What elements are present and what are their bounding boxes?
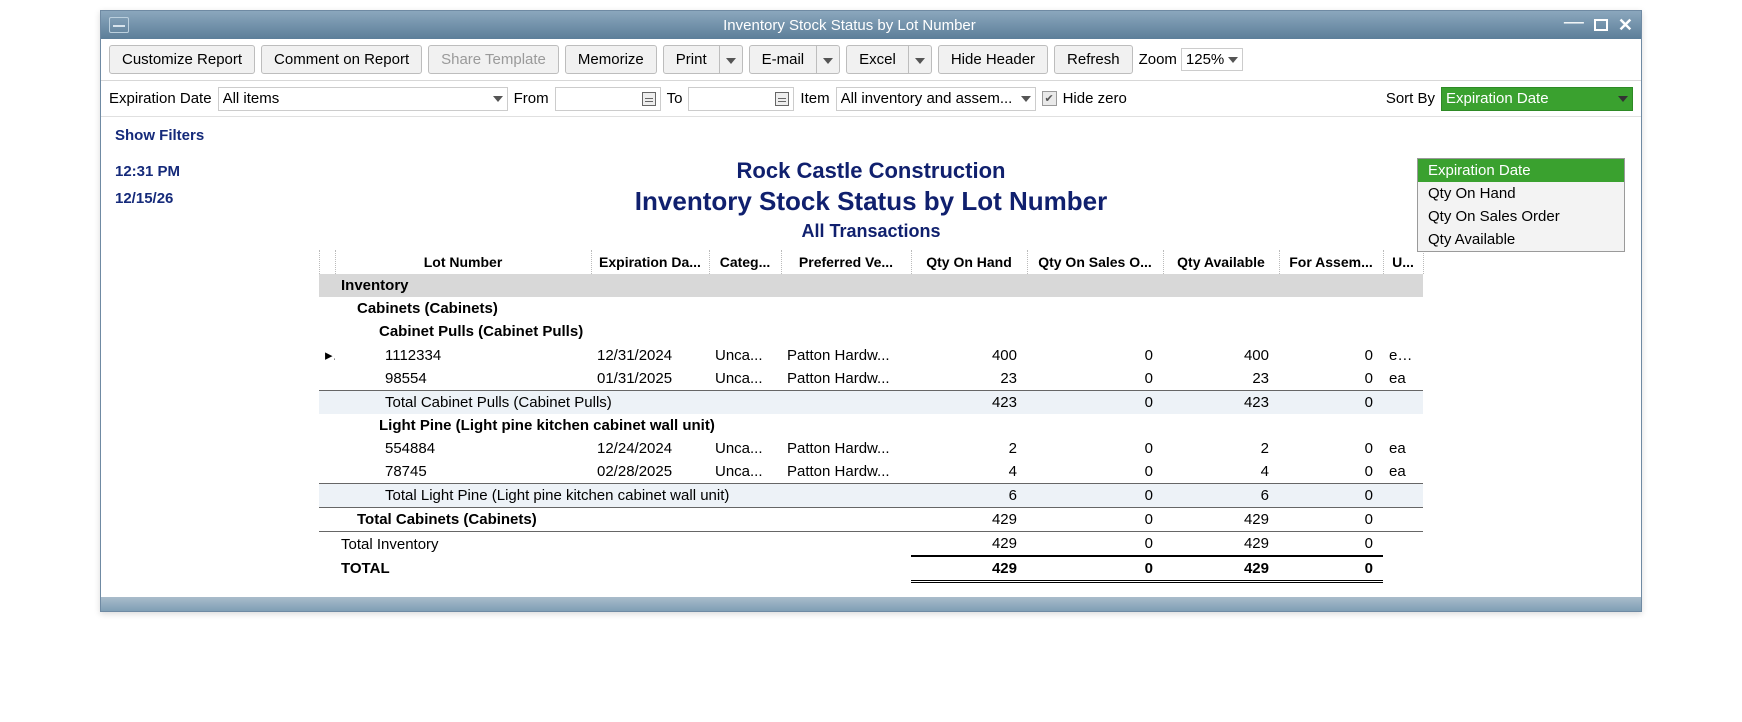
chevron-down-icon bbox=[1228, 57, 1238, 63]
table-row[interactable]: Total Cabinet Pulls (Cabinet Pulls)42304… bbox=[319, 391, 1423, 415]
refresh-button[interactable]: Refresh bbox=[1054, 45, 1133, 74]
sortby-dropdown-list[interactable]: Expiration Date Qty On Hand Qty On Sales… bbox=[1417, 158, 1625, 252]
col-onsales[interactable]: Qty On Sales O... bbox=[1027, 250, 1163, 274]
print-button[interactable]: Print bbox=[663, 45, 720, 74]
close-icon[interactable]: ✕ bbox=[1618, 15, 1633, 36]
sort-option[interactable]: Qty On Hand bbox=[1418, 182, 1624, 205]
zoom-value: 125% bbox=[1186, 51, 1224, 68]
col-vendor[interactable]: Preferred Ve... bbox=[781, 250, 911, 274]
chevron-down-icon bbox=[493, 96, 503, 102]
customize-report-button[interactable]: Customize Report bbox=[109, 45, 255, 74]
sort-option[interactable]: Qty On Sales Order bbox=[1418, 205, 1624, 228]
calendar-icon[interactable] bbox=[642, 92, 656, 106]
chevron-down-icon bbox=[1021, 96, 1031, 102]
item-label: Item bbox=[800, 90, 829, 107]
table-row[interactable]: Total Cabinets (Cabinets)42904290 bbox=[319, 508, 1423, 532]
col-onhand[interactable]: Qty On Hand bbox=[911, 250, 1027, 274]
sort-option[interactable]: Expiration Date bbox=[1418, 159, 1624, 182]
sortby-select[interactable]: Expiration Date bbox=[1441, 87, 1633, 111]
maximize-icon[interactable] bbox=[1594, 19, 1608, 31]
report-area: Expiration Date Qty On Hand Qty On Sales… bbox=[101, 158, 1641, 597]
hide-header-button[interactable]: Hide Header bbox=[938, 45, 1048, 74]
report-title: Inventory Stock Status by Lot Number bbox=[115, 186, 1627, 217]
report-meta: 12:31 PM 12/15/26 bbox=[115, 158, 180, 212]
titlebar: Inventory Stock Status by Lot Number — ✕ bbox=[101, 11, 1641, 39]
toolbar: Customize Report Comment on Report Share… bbox=[101, 39, 1641, 81]
report-time: 12:31 PM bbox=[115, 158, 180, 185]
to-label: To bbox=[667, 90, 683, 107]
sort-option[interactable]: Qty Available bbox=[1418, 228, 1624, 251]
excel-button[interactable]: Excel bbox=[846, 45, 909, 74]
table-row[interactable]: Light Pine (Light pine kitchen cabinet w… bbox=[319, 414, 1423, 437]
report-header: Rock Castle Construction Inventory Stock… bbox=[115, 158, 1627, 242]
minimize-icon[interactable]: — bbox=[1564, 19, 1584, 25]
col-uom[interactable]: U... bbox=[1383, 250, 1423, 274]
table-row[interactable]: ▸111233412/31/2024Unca...Patton Hardw...… bbox=[319, 343, 1423, 367]
zoom-control: Zoom 125% bbox=[1139, 48, 1244, 71]
chevron-down-icon bbox=[1618, 96, 1628, 102]
filter-bar: Expiration Date All items From To Item A… bbox=[101, 81, 1641, 117]
report-subtitle: All Transactions bbox=[115, 221, 1627, 242]
system-menu-icon[interactable] bbox=[109, 17, 129, 33]
table-row[interactable]: Cabinet Pulls (Cabinet Pulls) bbox=[319, 320, 1423, 343]
expiration-date-select[interactable]: All items bbox=[218, 87, 508, 111]
item-value: All inventory and assem... bbox=[841, 90, 1017, 107]
excel-split-button[interactable]: Excel bbox=[846, 45, 932, 74]
table-row[interactable]: Total Inventory42904290 bbox=[319, 532, 1423, 557]
memorize-button[interactable]: Memorize bbox=[565, 45, 657, 74]
from-date-input[interactable] bbox=[555, 87, 661, 111]
zoom-label: Zoom bbox=[1139, 51, 1177, 68]
report-grid: Lot Number Expiration Da... Categ... Pre… bbox=[319, 250, 1424, 583]
hide-zero-checkbox[interactable]: ✔ bbox=[1042, 91, 1057, 106]
email-button[interactable]: E-mail bbox=[749, 45, 818, 74]
show-filters-link[interactable]: Show Filters bbox=[101, 117, 1641, 154]
email-dropdown-icon[interactable] bbox=[817, 45, 840, 74]
table-row[interactable]: Inventory bbox=[319, 274, 1423, 297]
column-header-row: Lot Number Expiration Da... Categ... Pre… bbox=[319, 250, 1423, 274]
sortby-label: Sort By bbox=[1386, 90, 1435, 107]
col-category[interactable]: Categ... bbox=[709, 250, 781, 274]
table-row[interactable]: 7874502/28/2025Unca...Patton Hardw...404… bbox=[319, 460, 1423, 484]
from-label: From bbox=[514, 90, 549, 107]
print-split-button[interactable]: Print bbox=[663, 45, 743, 74]
item-select[interactable]: All inventory and assem... bbox=[836, 87, 1036, 111]
col-lot-number[interactable]: Lot Number bbox=[335, 250, 591, 274]
excel-dropdown-icon[interactable] bbox=[909, 45, 932, 74]
to-date-input[interactable] bbox=[688, 87, 794, 111]
col-forassembly[interactable]: For Assem... bbox=[1279, 250, 1383, 274]
calendar-icon[interactable] bbox=[775, 92, 789, 106]
report-window: Inventory Stock Status by Lot Number — ✕… bbox=[100, 10, 1642, 612]
hide-zero-label: Hide zero bbox=[1063, 90, 1127, 107]
table-row[interactable]: Total Light Pine (Light pine kitchen cab… bbox=[319, 484, 1423, 508]
print-dropdown-icon[interactable] bbox=[720, 45, 743, 74]
expiration-date-label: Expiration Date bbox=[109, 90, 212, 107]
sortby-value: Expiration Date bbox=[1446, 90, 1614, 107]
table-row[interactable]: 9855401/31/2025Unca...Patton Hardw...230… bbox=[319, 367, 1423, 391]
col-available[interactable]: Qty Available bbox=[1163, 250, 1279, 274]
table-row[interactable]: TOTAL42904290 bbox=[319, 556, 1423, 582]
col-expiration[interactable]: Expiration Da... bbox=[591, 250, 709, 274]
window-title: Inventory Stock Status by Lot Number bbox=[135, 17, 1564, 34]
window-bottom-border bbox=[101, 597, 1641, 611]
share-template-button[interactable]: Share Template bbox=[428, 45, 559, 74]
report-date: 12/15/26 bbox=[115, 185, 180, 212]
table-row[interactable]: Cabinets (Cabinets) bbox=[319, 297, 1423, 320]
email-split-button[interactable]: E-mail bbox=[749, 45, 841, 74]
table-row[interactable]: 55488412/24/2024Unca...Patton Hardw...20… bbox=[319, 437, 1423, 460]
comment-on-report-button[interactable]: Comment on Report bbox=[261, 45, 422, 74]
expiration-date-value: All items bbox=[223, 90, 489, 107]
zoom-select[interactable]: 125% bbox=[1181, 48, 1243, 71]
company-name: Rock Castle Construction bbox=[115, 158, 1627, 184]
